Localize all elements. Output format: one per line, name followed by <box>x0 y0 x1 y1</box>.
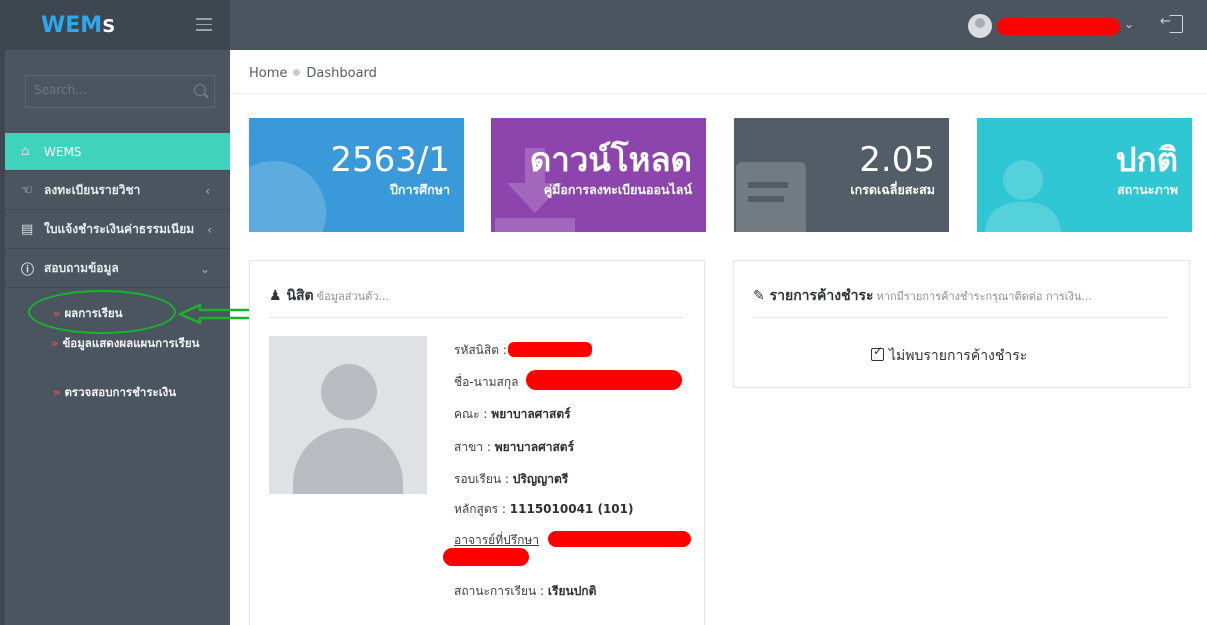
panel-subtitle: หากมีรายการค้างชำระกรุณาติดต่อ การเงิน..… <box>876 290 1092 303</box>
sidebar-item-wems[interactable]: ⌂ WEMS <box>5 133 230 171</box>
sidebar-item-label: สอบถามข้อมูล <box>44 261 119 275</box>
major-row: สาขา : พยาบาลศาสตร์ <box>454 438 574 457</box>
tile-download-manual[interactable]: ดาวน์โหลด คู่มือการลงทะเบียนออนไลน์ <box>491 118 706 232</box>
search-box <box>25 75 215 108</box>
hand-icon: ☜ <box>21 183 33 198</box>
student-id-row: รหัสนิสิต : <box>454 341 507 360</box>
field-value: 1115010041 (101) <box>509 502 634 516</box>
redacted-student-id <box>508 342 592 357</box>
field-label: หลักสูตร : <box>454 502 506 516</box>
field-value: พยาบาลศาสตร์ <box>491 407 571 421</box>
student-info-panel: ♟ นิสิต ข้อมูลส่วนตัว... รหัสนิสิต : ชื่อ… <box>249 260 705 625</box>
document-icon: ▤ <box>21 222 34 237</box>
breadcrumb-separator <box>293 69 301 76</box>
tile-academic-year: 2563/1 ปีการศึกษา <box>249 118 464 232</box>
info-icon: ⓘ <box>21 263 35 278</box>
hamburger-menu-icon[interactable] <box>196 18 212 31</box>
top-bar: WEMS ⌄ <box>0 0 1207 50</box>
redacted-name <box>526 370 682 390</box>
wems-logo[interactable]: WEMS <box>41 13 115 38</box>
breadcrumb-home[interactable]: Home <box>249 66 287 81</box>
brand: WEMS <box>0 0 230 50</box>
pin-icon: ✎ <box>753 288 765 304</box>
divider <box>753 317 1168 318</box>
sidebar-subitem-label: ตรวจสอบการชำระเงิน <box>64 385 177 399</box>
outstanding-dues-panel: ✎ รายการค้างชำระ หากมีรายการค้างชำระกรุณา… <box>733 260 1190 388</box>
tile-label: เกรดเฉลี่ยสะสม <box>850 182 935 197</box>
round-row: รอบเรียน : ปริญญาตรี <box>454 470 568 489</box>
redacted-username[interactable] <box>997 18 1120 35</box>
user-icon <box>985 160 1061 232</box>
panel-title: ✎ รายการค้างชำระ หากมีรายการค้างชำระกรุณา… <box>753 285 1092 307</box>
field-value: ปริญญาตรี <box>512 472 569 486</box>
sidebar-item-label: ลงทะเบียนรายวิชา <box>44 183 141 197</box>
field-label: สาขา : <box>454 440 491 454</box>
faculty-row: คณะ : พยาบาลศาสตร์ <box>454 405 571 424</box>
logo-text-end: S <box>102 16 116 37</box>
field-value: พยาบาลศาสตร์ <box>494 440 575 454</box>
curriculum-row: หลักสูตร : 1115010041 (101) <box>454 500 633 519</box>
profile-photo-placeholder <box>269 336 427 494</box>
divider <box>269 317 684 318</box>
tile-status: ปกติ สถานะภาพ <box>977 118 1192 232</box>
home-icon: ⌂ <box>21 144 30 159</box>
tile-value: 2563/1 <box>330 140 450 180</box>
sidebar-subitem-study-plan[interactable]: » ข้อมูลแสดงผลแผนการเรียน <box>35 335 205 351</box>
panel-title: ♟ นิสิต ข้อมูลส่วนตัว... <box>269 285 389 307</box>
panel-title-text: นิสิต <box>286 288 314 304</box>
divider <box>230 93 1207 94</box>
panel-title-text: รายการค้างชำระ <box>769 288 874 304</box>
tile-gpa: 2.05 เกรดเฉลี่ยสะสม <box>734 118 949 232</box>
panel-subtitle: ข้อมูลส่วนตัว... <box>316 290 389 303</box>
highlight-oval <box>28 290 176 334</box>
document-icon <box>736 162 806 232</box>
globe-icon <box>249 161 326 232</box>
field-label: สถานะการเรียน : <box>454 584 545 598</box>
highlight-arrow <box>178 303 258 325</box>
tile-value: ปกติ <box>1115 140 1178 179</box>
chevron-down-icon[interactable]: ⌄ <box>1124 17 1134 31</box>
user-avatar[interactable] <box>968 14 992 38</box>
sidebar-item-inquiry[interactable]: ⓘ สอบถามข้อมูล ⌄ <box>5 250 230 288</box>
field-label: รหัสนิสิต : <box>454 343 507 357</box>
sidebar-item-fee-invoice[interactable]: ▤ ใบแจ้งชำระเงินค่าธรรมเนียม ‹ <box>5 211 230 249</box>
field-label: ชื่อ-นามสกุล <box>454 375 519 389</box>
field-label: คณะ : <box>454 407 488 421</box>
no-dues-message: ไม่พบรายการค้างชำระ <box>871 344 1028 367</box>
sidebar-item-course-registration[interactable]: ☜ ลงทะเบียนรายวิชา ‹ <box>5 172 230 210</box>
double-chevron-right-icon: » <box>51 336 59 350</box>
logout-icon[interactable] <box>1160 14 1183 33</box>
tile-label: สถานะภาพ <box>1117 182 1178 197</box>
tile-value: ดาวน์โหลด <box>529 140 692 179</box>
no-dues-text: ไม่พบรายการค้างชำระ <box>889 348 1028 364</box>
user-icon: ♟ <box>269 288 282 304</box>
search-icon[interactable] <box>194 84 206 96</box>
advisor-link[interactable]: อาจารย์ที่ปรึกษา <box>454 533 539 547</box>
checkbox-icon <box>871 344 884 361</box>
breadcrumb-current: Dashboard <box>306 66 377 81</box>
name-row: ชื่อ-นามสกุล <box>454 373 518 392</box>
tile-label: ปีการศึกษา <box>390 182 450 197</box>
double-chevron-right-icon: » <box>53 385 61 399</box>
app: WEMS ⌄ ⌂ WEMS ☜ ลงทะเบียนรายวิชา ‹ ▤ ใบแ… <box>0 0 1207 625</box>
tile-label: คู่มือการลงทะเบียนออนไลน์ <box>543 182 692 197</box>
sidebar-item-label: WEMS <box>44 144 82 159</box>
sidebar-item-label: ใบแจ้งชำระเงินค่าธรรมเนียม <box>44 222 195 236</box>
tile-value: 2.05 <box>859 140 935 180</box>
redacted-advisor-cont <box>443 548 529 566</box>
sidebar-subitem-payment-check[interactable]: » ตรวจสอบการชำระเงิน <box>53 384 223 400</box>
logo-text: WEM <box>41 13 103 38</box>
breadcrumb: Home Dashboard <box>249 66 377 81</box>
chevron-down-icon: ⌄ <box>199 261 210 276</box>
field-label: รอบเรียน : <box>454 472 509 486</box>
search-input[interactable] <box>34 83 184 97</box>
chevron-left-icon: ‹ <box>207 222 212 237</box>
sidebar-subitem-label: ข้อมูลแสดงผลแผนการเรียน <box>62 336 200 350</box>
chevron-left-icon: ‹ <box>205 183 210 198</box>
status-row: สถานะการเรียน : เรียนปกติ <box>454 582 596 601</box>
redacted-advisor <box>548 531 691 547</box>
field-value: เรียนปกติ <box>547 584 597 598</box>
